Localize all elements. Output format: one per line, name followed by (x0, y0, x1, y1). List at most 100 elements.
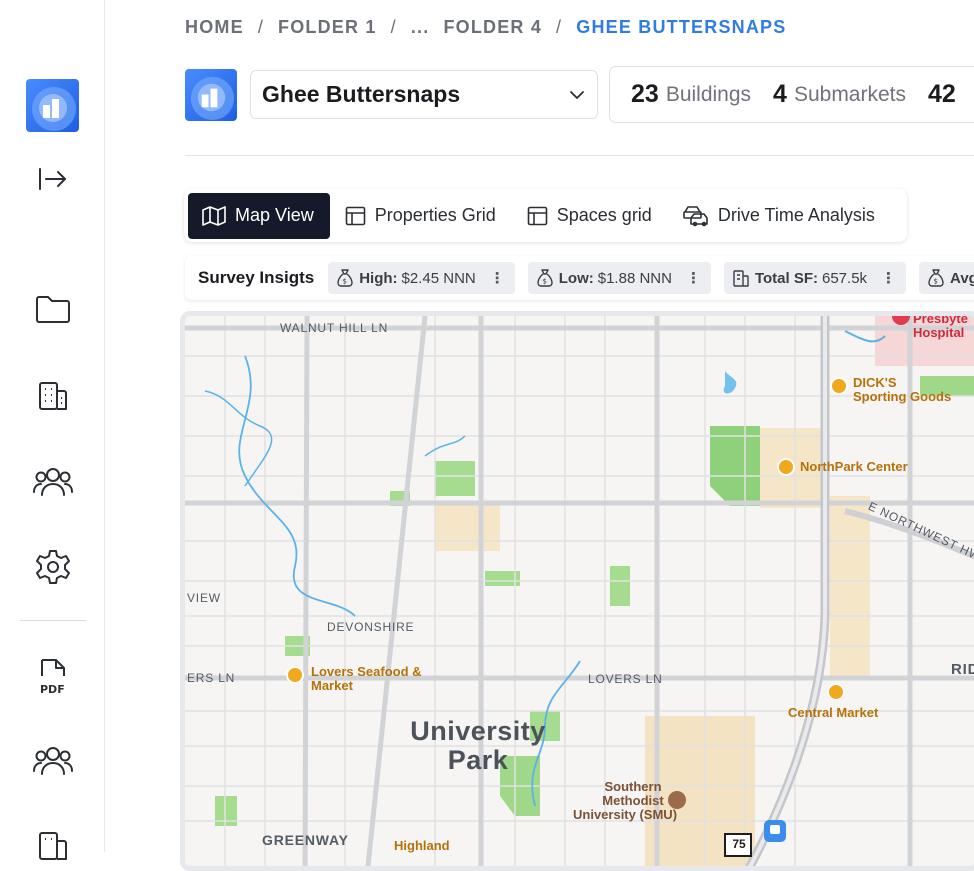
chip-value: 657.5k (822, 269, 868, 287)
tab-label: Spaces grid (556, 205, 652, 225)
buildings-count: 23 (631, 80, 659, 108)
money-bag-icon: $ (537, 269, 553, 287)
insight-chip-avg[interactable]: $ Avg (919, 262, 974, 294)
breadcrumb-separator: / (257, 16, 265, 37)
chip-value: $1.88 NNN (597, 269, 672, 287)
poi-northpark-icon[interactable] (777, 458, 795, 476)
street-devonshire: DEVONSHIRE (327, 620, 415, 634)
street-lovers-left: ERS LN (187, 671, 236, 685)
app-logo[interactable] (26, 79, 79, 132)
chip-key: Low: (558, 269, 594, 287)
street-ridge: RID (951, 661, 974, 678)
buildings-icon[interactable] (30, 372, 76, 418)
poi-label: Presbyte (913, 311, 968, 326)
poi-presbyterian-hospital[interactable]: Presbyte Hospital (913, 311, 968, 340)
place-label: University (410, 716, 546, 746)
settings-icon[interactable] (30, 544, 76, 590)
more-options-icon[interactable]: ⋮ (686, 269, 701, 287)
poi-label: University (SMU) (573, 807, 678, 822)
team-icon[interactable] (30, 737, 76, 783)
place-label: Park (447, 745, 509, 775)
poi-central-market[interactable]: Central Market (788, 706, 878, 720)
poi-lovers-seafood-icon[interactable] (286, 666, 304, 684)
submarkets-label: Submarkets (793, 82, 906, 106)
svg-text:$: $ (343, 278, 347, 286)
poi-dicks-icon[interactable] (830, 377, 848, 395)
money-bag-icon: $ (928, 269, 944, 287)
breadcrumb-folder-4[interactable]: FOLDER 4 (443, 17, 542, 38)
tab-map-view[interactable]: Map View (188, 192, 330, 239)
chip-key: Avg (950, 269, 974, 287)
street-lovers-center: LOVERS LN (588, 672, 663, 686)
project-name: Ghee Buttersnaps (262, 81, 461, 107)
chip-key: High: (359, 269, 398, 287)
tab-label: Properties Grid (374, 205, 496, 225)
place-university-park: University Park (403, 717, 553, 775)
poi-smu[interactable]: Southern Methodist University (SMU) (573, 779, 677, 822)
more-options-icon[interactable]: ⋮ (881, 269, 896, 287)
poi-label: Market (311, 678, 353, 693)
poi-label: DICK'S (853, 375, 897, 390)
project-stats: 23 Buildings 4 Submarkets 42 (609, 66, 974, 123)
tab-label: Map View (235, 205, 314, 225)
breadcrumb: HOME / FOLDER 1 / ... FOLDER 4 / GHEE BU… (185, 16, 786, 38)
sidebar: PDF (0, 0, 105, 860)
insights-title: Survey Insigts (198, 268, 315, 287)
breadcrumb-separator: / (556, 16, 563, 37)
breadcrumb-folder-1[interactable]: FOLDER 1 (278, 17, 377, 38)
svg-text:$: $ (934, 278, 938, 286)
tab-drive-time-analysis[interactable]: Drive Time Analysis (669, 193, 891, 239)
insight-chip-high[interactable]: $ High: $2.45 NNN ⋮ (328, 262, 515, 294)
poi-label: Lovers Seafood & (311, 664, 422, 679)
poi-label: Sporting Goods (853, 389, 952, 404)
map-icon (202, 205, 226, 226)
insight-chip-low[interactable]: $ Low: $1.88 NNN ⋮ (527, 262, 711, 294)
chevron-down-icon (570, 90, 584, 99)
svg-text:PDF: PDF (40, 683, 65, 696)
breadcrumb-ellipsis[interactable]: ... (411, 17, 430, 38)
insight-chip-total-sf[interactable]: Total SF: 657.5k ⋮ (723, 262, 907, 294)
money-bag-icon: $ (337, 269, 353, 287)
poi-highland[interactable]: Highland (394, 839, 450, 853)
breadcrumb-home[interactable]: HOME (185, 17, 244, 38)
poi-dicks[interactable]: DICK'S Sporting Goods (853, 376, 951, 404)
grid-icon (345, 206, 366, 225)
breadcrumb-separator: / (390, 16, 397, 37)
properties-icon[interactable] (30, 822, 76, 868)
breadcrumb-current: GHEE BUTTERSNAPS (576, 16, 787, 37)
chip-key: Total SF: (754, 269, 818, 287)
poi-lovers-seafood[interactable]: Lovers Seafood & Market (311, 665, 422, 693)
car-icon (683, 205, 708, 226)
poi-label: Southern (604, 779, 662, 794)
poi-label: Hospital (913, 325, 965, 340)
highway-75-shield: 75 (732, 837, 746, 851)
submarkets-count: 4 (773, 80, 787, 108)
users-icon[interactable] (30, 458, 76, 504)
sidebar-divider (20, 620, 86, 621)
poi-label: Methodist (602, 793, 664, 808)
street-greenway: GREENWAY (262, 832, 349, 848)
third-stat-count: 42 (928, 80, 956, 108)
header-divider (185, 155, 974, 156)
tab-spaces-grid[interactable]: Spaces grid (513, 193, 668, 239)
project-selector[interactable]: Ghee Buttersnaps (250, 70, 598, 119)
folder-icon[interactable] (30, 286, 76, 332)
expand-sidebar-icon[interactable] (30, 156, 76, 202)
poi-northpark[interactable]: NorthPark Center (800, 460, 908, 474)
more-options-icon[interactable]: ⋮ (490, 269, 505, 287)
street-walnut-hill: WALNUT HILL LN (280, 321, 389, 335)
chip-value: $2.45 NNN (401, 269, 476, 287)
svg-text:$: $ (542, 278, 546, 286)
grid-icon (527, 206, 548, 225)
pdf-icon[interactable]: PDF (30, 654, 76, 700)
view-tabs: Map View Properties Grid Spaces grid Dri… (184, 189, 907, 242)
survey-insights-bar: Survey Insigts $ High: $2.45 NNN ⋮ $ Low… (185, 256, 974, 300)
project-logo (185, 69, 237, 121)
building-icon (733, 269, 749, 287)
tab-properties-grid[interactable]: Properties Grid (331, 193, 512, 239)
poi-central-market-icon[interactable] (827, 683, 845, 701)
tab-label: Drive Time Analysis (717, 205, 875, 225)
buildings-label: Buildings (665, 82, 752, 106)
map-canvas[interactable]: WALNUT HILL LN DEVONSHIRE ERS LN LOVERS … (180, 311, 974, 871)
street-view: VIEW (187, 591, 221, 605)
